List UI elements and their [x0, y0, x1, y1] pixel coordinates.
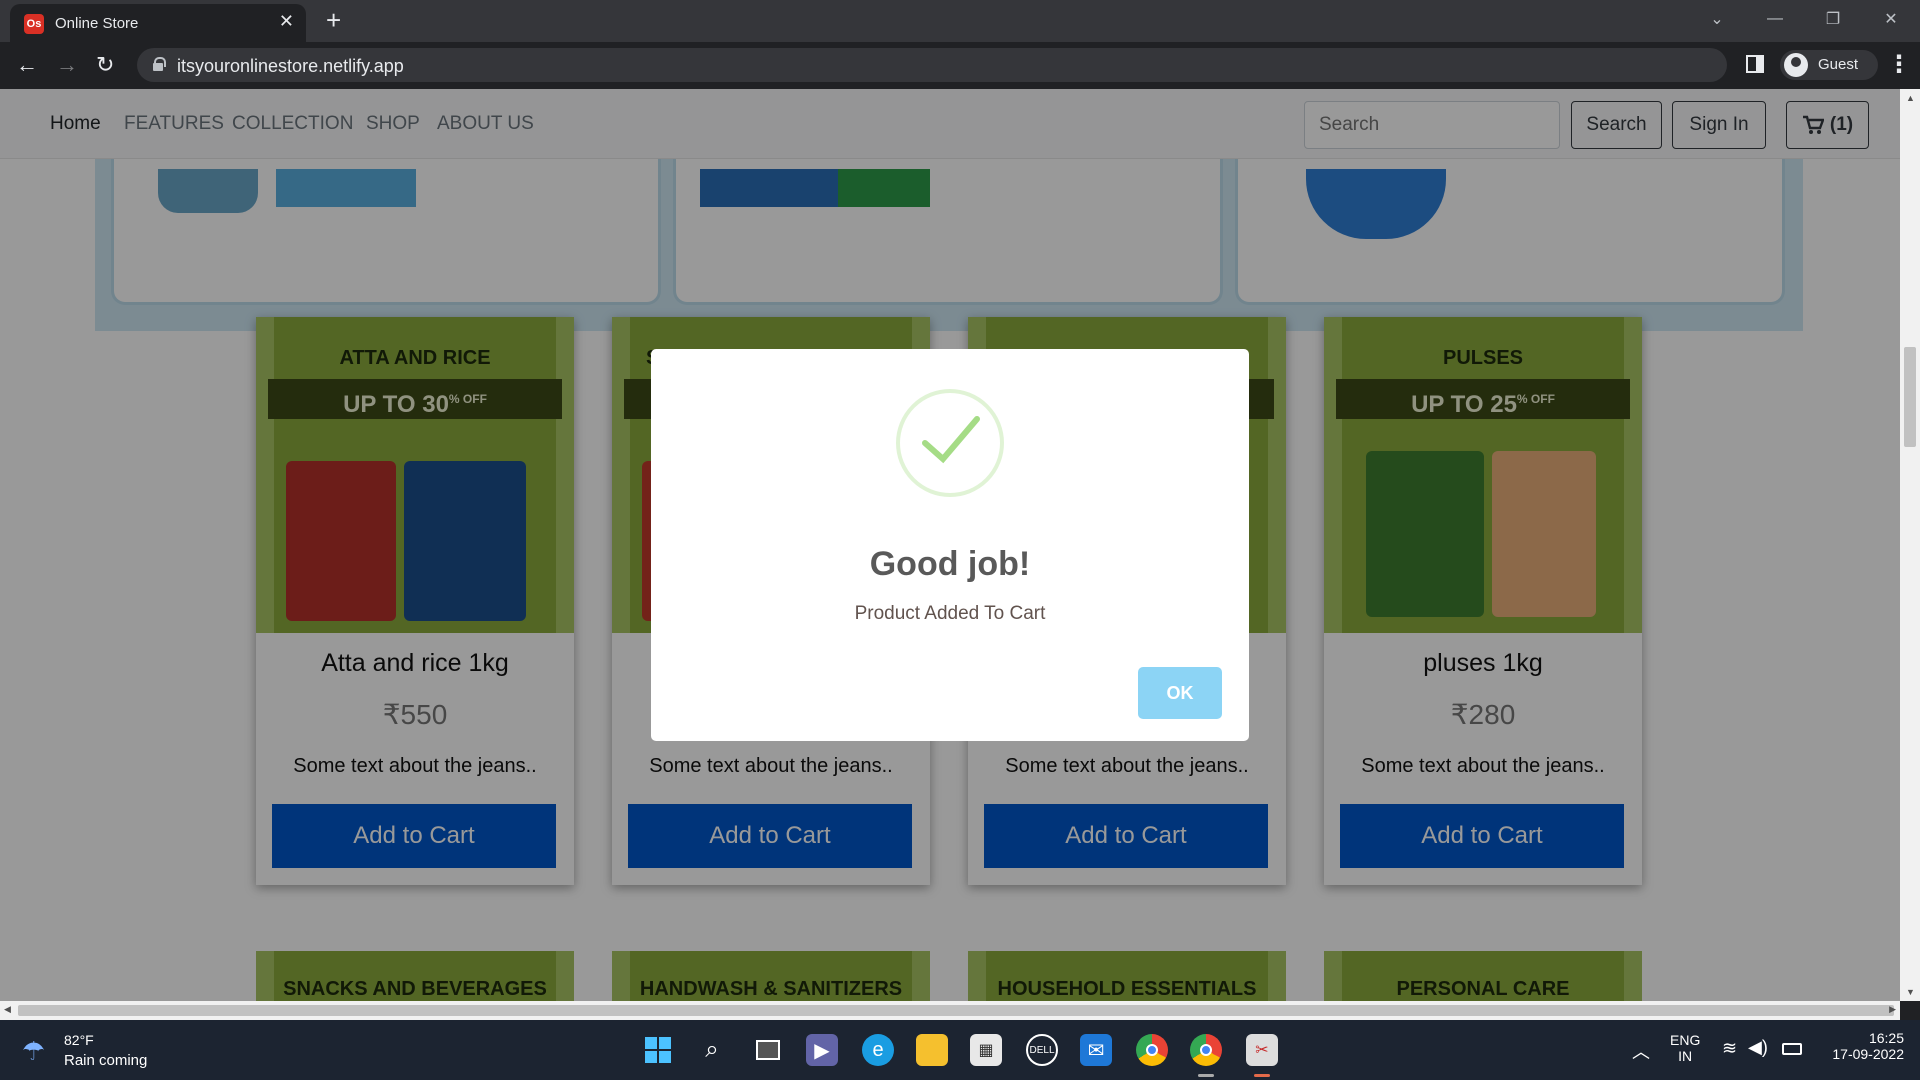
tab-strip: Os Online Store ✕ + ⌄ — ❐ ✕ [0, 0, 1920, 42]
lock-icon [153, 57, 166, 71]
profile-button[interactable]: Guest [1780, 50, 1878, 80]
weather-desc: Rain coming [64, 1052, 148, 1069]
browser-menu-icon[interactable]: ⋮ [1887, 50, 1911, 79]
success-modal: Good job! Product Added To Cart OK [651, 349, 1249, 741]
edge-icon[interactable]: e [862, 1034, 894, 1066]
tab-search-icon[interactable]: ⌄ [1688, 0, 1746, 38]
address-bar[interactable]: itsyouronlinestore.netlify.app [137, 48, 1727, 82]
weather-temp: 82°F [64, 1032, 94, 1048]
store-icon[interactable]: ▦ [970, 1034, 1002, 1066]
scroll-thumb[interactable] [18, 1005, 1894, 1016]
close-tab-icon[interactable]: ✕ [279, 11, 294, 32]
minimize-icon[interactable]: — [1746, 0, 1804, 38]
language-indicator[interactable]: ENG IN [1670, 1032, 1700, 1064]
ok-button[interactable]: OK [1138, 667, 1222, 719]
modal-message: Product Added To Cart [854, 603, 1046, 624]
scroll-thumb[interactable] [1904, 347, 1916, 447]
tray-chevron-icon[interactable]: ︿ [1632, 1038, 1650, 1064]
scroll-down-icon[interactable]: ▼ [1906, 987, 1915, 997]
wifi-icon[interactable]: ≋ [1722, 1038, 1737, 1059]
browser-toolbar: ← → ↻ itsyouronlinestore.netlify.app Gue… [0, 42, 1920, 89]
running-indicator [1198, 1074, 1214, 1077]
chat-icon[interactable]: ▶ [806, 1034, 838, 1066]
clock-date: 17-09-2022 [1832, 1046, 1904, 1062]
profile-label: Guest [1818, 56, 1859, 73]
tab-title: Online Store [55, 15, 139, 32]
site-favicon-icon: Os [24, 14, 44, 34]
close-window-icon[interactable]: ✕ [1862, 0, 1920, 38]
task-view-icon[interactable] [752, 1034, 784, 1066]
window-controls: ⌄ — ❐ ✕ [1688, 0, 1920, 42]
mail-icon[interactable]: ✉ [1080, 1034, 1112, 1066]
umbrella-icon: ☂ [22, 1036, 46, 1066]
clock[interactable]: 16:25 17-09-2022 [1820, 1030, 1904, 1062]
volume-icon[interactable]: ◀) [1748, 1037, 1768, 1058]
forward-icon[interactable]: → [56, 52, 78, 78]
file-explorer-icon[interactable] [916, 1034, 948, 1066]
dell-icon[interactable]: DELL [1026, 1034, 1058, 1066]
page-viewport: Home FEATURES COLLECTION SHOP ABOUT US S… [0, 89, 1900, 1001]
taskbar: ☂ 82°F Rain coming ⌕ ▶ e ▦ DELL ✉ ✂ ︿ EN… [0, 1020, 1920, 1080]
snipping-tool-icon[interactable]: ✂ [1246, 1034, 1278, 1066]
new-tab-icon[interactable]: + [326, 6, 341, 34]
modal-title: Good job! [869, 545, 1031, 583]
tab-online-store[interactable]: Os Online Store ✕ [10, 4, 306, 42]
horizontal-scrollbar[interactable]: ◀ ▶ [0, 1001, 1900, 1020]
scroll-left-icon[interactable]: ◀ [4, 1004, 11, 1015]
side-panel-icon[interactable] [1746, 55, 1764, 73]
chrome-icon[interactable] [1136, 1034, 1168, 1066]
restore-icon[interactable]: ❐ [1804, 0, 1862, 38]
clock-time: 16:25 [1868, 1030, 1904, 1046]
checkmark-icon [922, 416, 980, 464]
battery-icon[interactable] [1782, 1043, 1802, 1055]
back-icon[interactable]: ← [16, 52, 38, 78]
start-icon[interactable] [642, 1034, 674, 1066]
reload-icon[interactable]: ↻ [96, 52, 114, 78]
scroll-right-icon[interactable]: ▶ [1889, 1004, 1896, 1015]
chrome-icon[interactable] [1190, 1034, 1222, 1066]
search-icon[interactable]: ⌕ [696, 1034, 728, 1066]
running-indicator [1254, 1074, 1270, 1077]
vertical-scrollbar[interactable]: ▲ ▼ [1900, 89, 1920, 1001]
url-text: itsyouronlinestore.netlify.app [177, 56, 404, 76]
scroll-up-icon[interactable]: ▲ [1906, 93, 1915, 103]
avatar-icon [1784, 53, 1808, 77]
